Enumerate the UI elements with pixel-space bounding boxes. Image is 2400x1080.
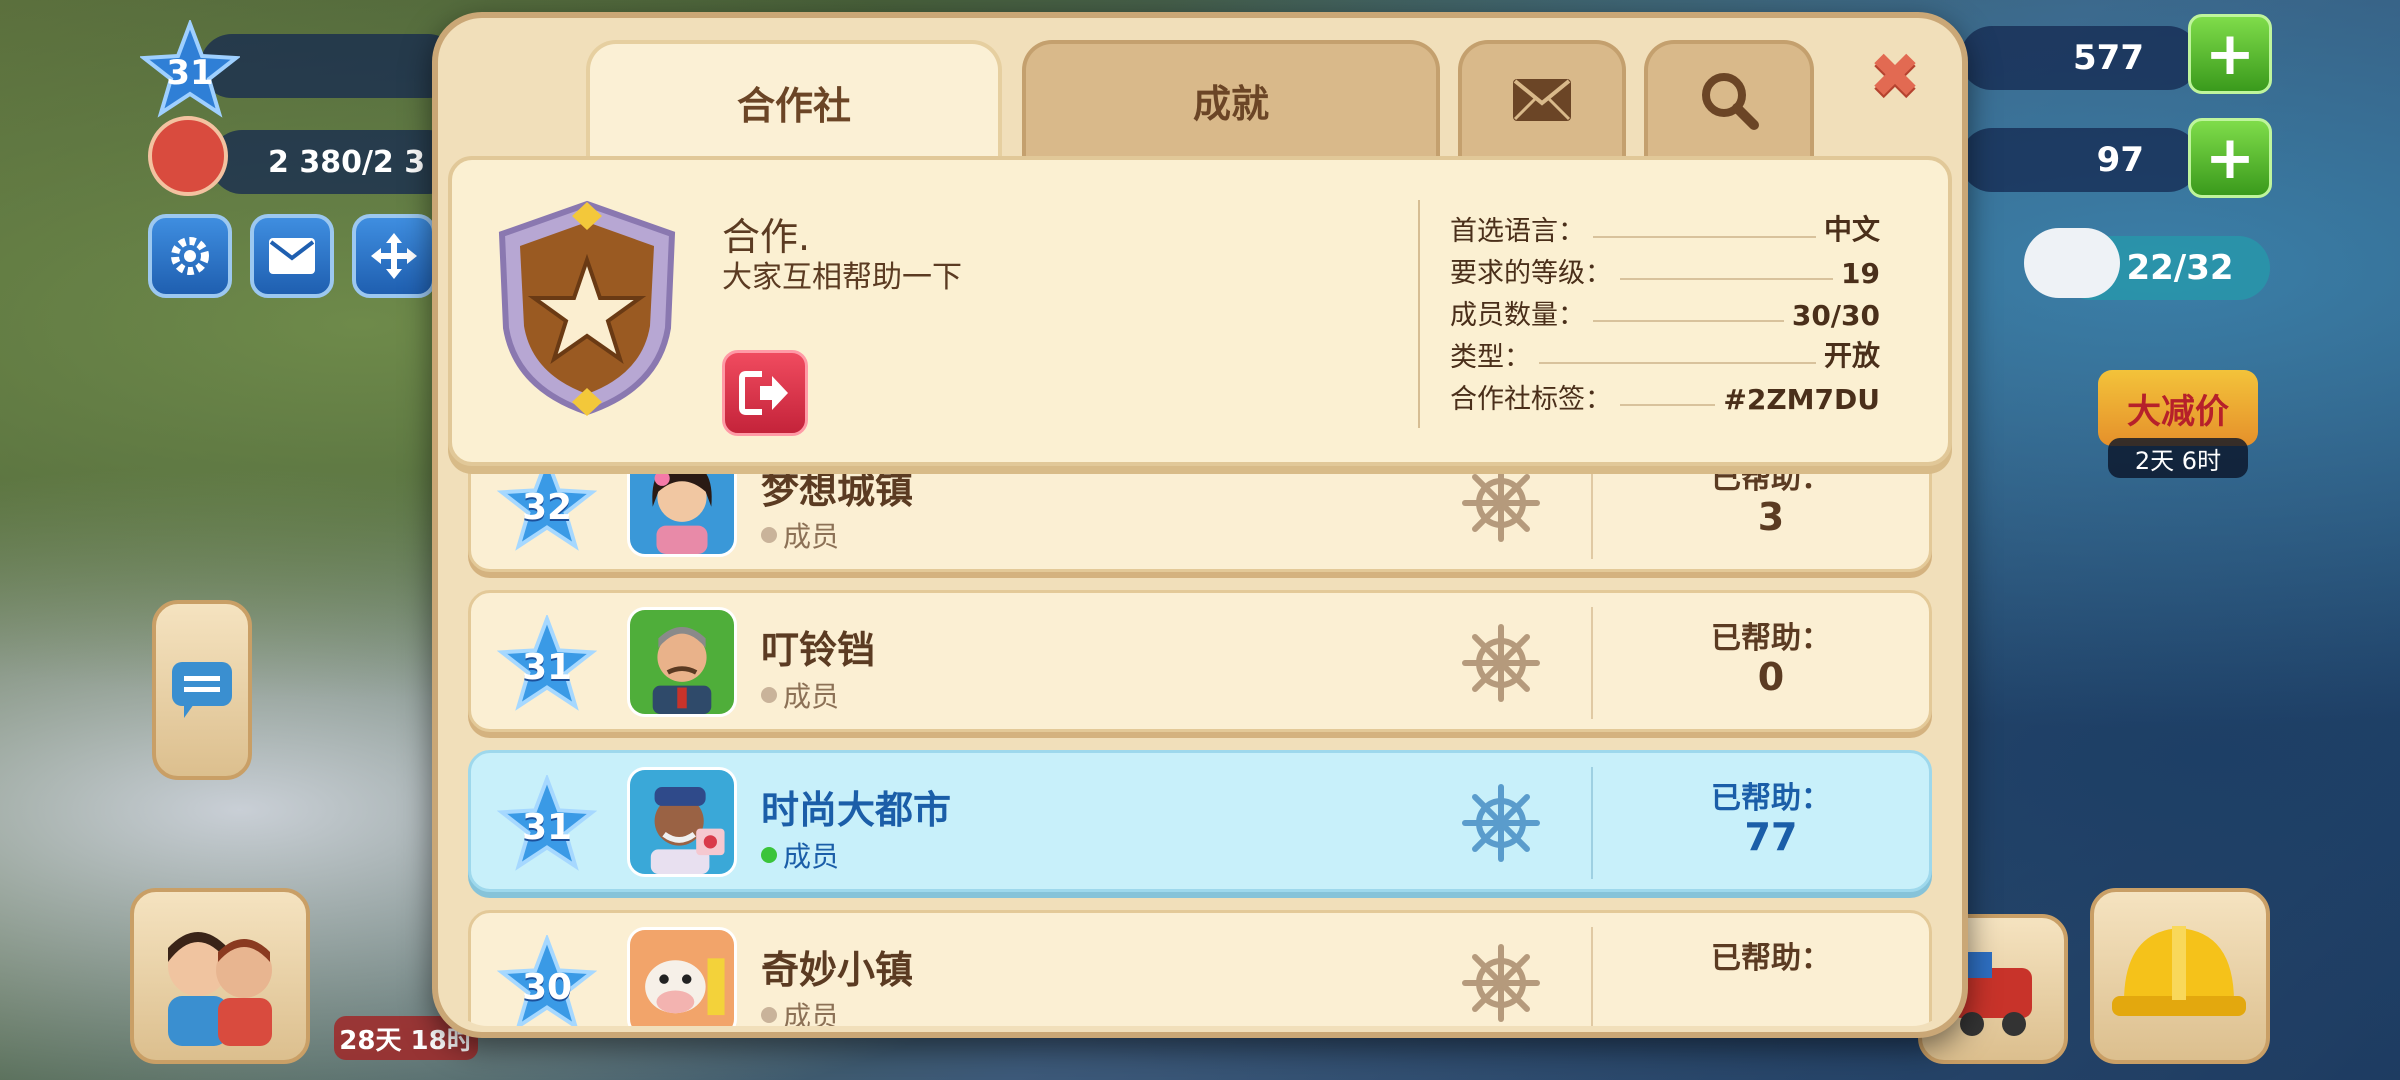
member-name: 梦想城镇: [761, 468, 914, 512]
build-button[interactable]: [2090, 888, 2270, 1064]
member-level-badge: 32: [496, 453, 598, 553]
stat-tag: 合作社标签： #2ZM7DU: [1450, 383, 1880, 416]
population-value: 2 380/2 3: [268, 144, 426, 180]
tab-mail[interactable]: [1458, 40, 1626, 156]
hard-hat-icon: [2112, 926, 2246, 1016]
friends-icon: [168, 932, 272, 1046]
member-level-badge: 31: [496, 773, 598, 873]
helm-wheel-icon: [1462, 944, 1540, 1022]
row-divider: [1591, 767, 1593, 879]
sale-badge[interactable]: 大减价: [2098, 370, 2258, 446]
coop-description: 大家互相帮助一下: [722, 260, 962, 295]
member-level-badge: 31: [496, 613, 598, 713]
cash-bar[interactable]: 97: [1960, 128, 2200, 192]
avatar-cow-icon: [630, 930, 734, 1026]
move-icon: [371, 233, 417, 279]
add-cash-button[interactable]: +: [2188, 118, 2272, 198]
stat-language: 首选语言： 中文: [1450, 213, 1880, 247]
status-dot: [761, 1007, 777, 1023]
move-button[interactable]: [352, 214, 436, 298]
helped-label: 已帮助：: [1711, 781, 1831, 816]
row-divider: [1591, 607, 1593, 719]
helped-count: 0: [1757, 655, 1785, 699]
add-coins-button[interactable]: +: [2188, 14, 2272, 94]
member-list[interactable]: 32 梦想城镇 成员 已帮助： 3 31 叮铃铛 成员 已帮助： 0 31 时尚…: [448, 440, 1952, 1026]
coins-value: 577: [2073, 38, 2144, 78]
member-role: 成员: [761, 995, 839, 1026]
population-bar[interactable]: 2 380/2 3: [210, 130, 460, 194]
helm-wheel-icon: [1462, 624, 1540, 702]
stat-type: 类型： 开放: [1450, 339, 1880, 373]
population-icon: [148, 116, 228, 196]
sale-timer: 2天 6时: [2108, 438, 2248, 478]
avatar-man-icon: [630, 610, 734, 714]
mail-hud-button[interactable]: [250, 214, 334, 298]
close-icon: ✖: [1869, 38, 1921, 112]
member-row-self[interactable]: 31 时尚大都市 成员 已帮助： 77: [468, 750, 1932, 892]
coop-stats: 首选语言： 中文 要求的等级： 19 成员数量： 30/30 类型： 开放 合作社标签：…: [1450, 206, 1880, 416]
tab-achievements-label: 成就: [1192, 81, 1269, 126]
member-role: 成员: [761, 515, 839, 555]
coins-bar[interactable]: 577: [1960, 26, 2200, 90]
chat-button[interactable]: [152, 600, 252, 780]
avatar[interactable]: [627, 927, 737, 1026]
status-dot: [761, 527, 777, 543]
helped-label: 已帮助：: [1711, 941, 1831, 976]
player-level-badge[interactable]: 31: [138, 18, 242, 120]
helm-wheel-icon: [1462, 464, 1540, 542]
stat-required-level: 要求的等级： 19: [1450, 257, 1880, 290]
member-name: 奇妙小镇: [761, 948, 914, 992]
gear-icon: [171, 237, 209, 275]
cash-value: 97: [2096, 140, 2144, 180]
member-name: 叮铃铛: [761, 628, 876, 672]
close-button[interactable]: ✖: [1860, 38, 1930, 112]
helm-wheel-icon: [1462, 784, 1540, 862]
member-level-badge: 30: [496, 933, 598, 1026]
tab-coop-label: 合作社: [736, 83, 851, 128]
avatar[interactable]: [627, 767, 737, 877]
exit-icon: [739, 371, 788, 415]
member-row[interactable]: 30 奇妙小镇 成员 已帮助：: [468, 910, 1932, 1026]
member-role: 成员: [761, 835, 839, 875]
helped-label: 已帮助：: [1711, 621, 1831, 656]
leave-coop-button[interactable]: [722, 350, 808, 436]
mail-icon: [1513, 79, 1571, 121]
coop-info-panel: 合作. 大家互相帮助一下 首选语言： 中文 要求的等级： 19 成员数量： 30/30…: [448, 156, 1952, 466]
tab-coop[interactable]: 合作社: [586, 40, 1002, 160]
shield-star-icon: [498, 200, 676, 416]
search-icon: [1702, 73, 1759, 130]
chat-icon: [172, 662, 232, 718]
tab-search[interactable]: [1644, 40, 1814, 156]
member-name: 时尚大都市: [761, 788, 952, 832]
tab-achievements[interactable]: 成就: [1022, 40, 1440, 156]
row-divider: [1591, 927, 1593, 1026]
cloud-icon: [2024, 228, 2120, 298]
settings-button[interactable]: [148, 214, 232, 298]
avatar[interactable]: [627, 607, 737, 717]
status-dot: [761, 687, 777, 703]
stat-members: 成员数量： 30/30: [1450, 299, 1880, 332]
coop-badge: [492, 198, 682, 418]
avatar-old-man-icon: [630, 770, 734, 874]
player-level: 31: [166, 53, 214, 93]
cloud-storage-value: 22/32: [2126, 248, 2234, 288]
info-divider: [1418, 200, 1420, 428]
helped-count: 3: [1757, 495, 1785, 539]
member-row[interactable]: 31 叮铃铛 成员 已帮助： 0: [468, 590, 1932, 732]
mail-icon: [269, 238, 315, 274]
friends-button[interactable]: [130, 888, 310, 1064]
member-role: 成员: [761, 675, 839, 715]
helped-count: 77: [1744, 815, 1798, 859]
online-dot: [761, 847, 777, 863]
